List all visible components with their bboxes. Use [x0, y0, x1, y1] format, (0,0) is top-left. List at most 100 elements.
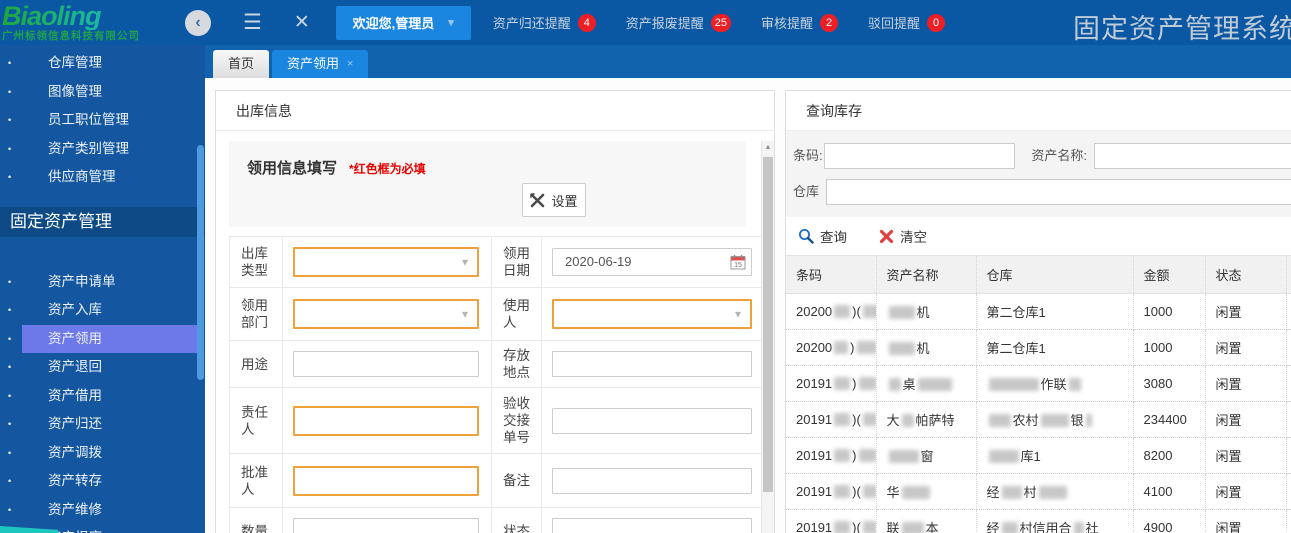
redacted-block: [889, 378, 901, 391]
sidebar-item-资产类别管理[interactable]: •资产类别管理: [0, 135, 205, 164]
sidebar-item-资产入库[interactable]: •资产入库: [0, 296, 205, 325]
scroll-up-icon[interactable]: ▲: [762, 144, 774, 151]
calendar-icon[interactable]: 15: [730, 254, 746, 270]
table-row[interactable]: 20191)(华经村4100闲置: [786, 474, 1291, 510]
responsible-input[interactable]: [293, 406, 479, 436]
asset-name-input[interactable]: [1094, 143, 1291, 169]
cell-text: 联: [887, 521, 900, 533]
table-cell: 20191)(: [786, 402, 876, 438]
column-header-cut: [1286, 256, 1291, 294]
bullet-icon: •: [8, 58, 22, 68]
redacted-block: [863, 305, 876, 318]
sidebar-item-资产调拨[interactable]: •资产调拨: [0, 439, 205, 468]
sidebar-item-资产转存[interactable]: •资产转存: [0, 467, 205, 496]
settings-button[interactable]: 设置: [522, 183, 586, 217]
table-row[interactable]: 20191)(大帕萨特农村银234400闲置: [786, 402, 1291, 438]
notification-label: 资产归还提醒: [493, 13, 571, 32]
sidebar-item-仓库管理[interactable]: •仓库管理: [0, 49, 205, 78]
sidebar-item-资产退回[interactable]: •资产退回: [0, 353, 205, 382]
receive-date-field[interactable]: 2020-06-19 15: [552, 248, 752, 276]
sidebar-item-员工职位管理[interactable]: •员工职位管理: [0, 106, 205, 135]
redacted-block: [859, 377, 877, 390]
sidebar-scrollbar[interactable]: [197, 145, 204, 380]
out-type-select[interactable]: ▾: [293, 247, 479, 277]
tab-close-icon[interactable]: ×: [347, 59, 353, 70]
sidebar-item-资产借用[interactable]: •资产借用: [0, 382, 205, 411]
redacted-block: [1069, 378, 1081, 391]
chevron-down-icon: ▾: [448, 16, 454, 29]
outbound-body: ▲ 领用信息填写 *红色框为必填: [216, 141, 774, 533]
redacted-block: [889, 450, 919, 463]
notification-item[interactable]: 资产归还提醒4: [493, 13, 596, 32]
user-select[interactable]: ▾: [552, 299, 752, 329]
sidebar-item-图像管理[interactable]: •图像管理: [0, 78, 205, 107]
required-note: *红色框为必填: [349, 160, 426, 177]
responsible-label: 责任人: [230, 388, 283, 454]
table-cell: 闲置: [1205, 330, 1286, 366]
cell-text: 闲置: [1216, 449, 1242, 464]
menu-toggle-button[interactable]: ☰: [243, 12, 262, 33]
location-input[interactable]: [552, 351, 752, 377]
cell-text: 闲置: [1216, 377, 1242, 392]
sidebar-item-资产维修[interactable]: •资产维修: [0, 496, 205, 525]
purpose-input[interactable]: [293, 351, 479, 377]
cell-text: 4900: [1144, 520, 1173, 533]
receive-dept-select[interactable]: ▾: [293, 299, 479, 329]
cell-text: 234400: [1144, 412, 1187, 427]
cell-text: 20191: [796, 376, 832, 391]
asset-name-label: 资产名称:: [1031, 149, 1087, 163]
redacted-block: [1041, 414, 1069, 427]
table-cell: 8200: [1133, 438, 1205, 474]
inventory-search-area: 条码: 资产名称: 仓库: [786, 131, 1291, 217]
status-input[interactable]: [552, 518, 752, 533]
remark-input[interactable]: [552, 468, 752, 494]
table-row[interactable]: 20200)机第二仓库11000闲置: [786, 330, 1291, 366]
clear-button[interactable]: 清空: [879, 226, 927, 246]
table-cell: 机: [876, 330, 976, 366]
sidebar-item-label: 资产维修: [22, 496, 198, 525]
scrollbar-thumb[interactable]: [763, 157, 773, 492]
inventory-table-body: 20200)(机第二仓库11000闲置20200)机第二仓库11000闲置201…: [786, 294, 1291, 533]
clear-label: 清空: [900, 226, 927, 246]
sidebar-item-资产领用[interactable]: •资产领用: [0, 325, 205, 354]
table-cell: 经村信用合社: [976, 510, 1133, 533]
bullet-icon: •: [8, 305, 22, 315]
tab-资产领用[interactable]: 资产领用×: [272, 50, 368, 78]
cell-text: 闲置: [1216, 413, 1242, 428]
barcode-input[interactable]: [824, 143, 1015, 169]
chevron-down-icon: ▾: [735, 307, 741, 321]
approver-input[interactable]: [293, 466, 479, 496]
sidebar-section-fixed-assets[interactable]: 固定资产管理: [0, 207, 205, 237]
table-row[interactable]: 20191)(联本经村信用合社4900闲置: [786, 510, 1291, 533]
table-row[interactable]: 20200)(机第二仓库11000闲置: [786, 294, 1291, 330]
bullet-icon: •: [8, 505, 22, 515]
cell-text: 社: [1086, 521, 1099, 533]
sidebar-item-资产归还[interactable]: •资产归还: [0, 410, 205, 439]
svg-text:15: 15: [734, 262, 742, 269]
receipt-no-input[interactable]: [552, 408, 752, 434]
notification-item[interactable]: 审核提醒2: [761, 13, 838, 32]
outbound-scrollbar[interactable]: ▲: [761, 141, 774, 533]
table-cell: 1000: [1133, 294, 1205, 330]
column-header-状态: 状态: [1205, 256, 1286, 294]
tab-首页[interactable]: 首页: [213, 50, 269, 78]
sidebar-item-资产申请单[interactable]: •资产申请单: [0, 268, 205, 297]
notification-badge: 0: [927, 14, 945, 32]
table-row[interactable]: 20191)窗库18200闲置: [786, 438, 1291, 474]
cell-text: 闲置: [1216, 521, 1242, 533]
warehouse-input[interactable]: [826, 179, 1291, 205]
close-tabs-button[interactable]: ✕: [294, 13, 310, 32]
notification-item[interactable]: 驳回提醒0: [868, 13, 945, 32]
search-button[interactable]: 查询: [798, 226, 847, 246]
notification-item[interactable]: 资产报废提醒25: [626, 13, 731, 32]
table-row[interactable]: 20191)桌作联3080闲置: [786, 366, 1291, 402]
sidebar-item-供应商管理[interactable]: •供应商管理: [0, 163, 205, 192]
tab-bar: 首页资产领用×: [205, 45, 1291, 78]
bullet-icon: •: [8, 144, 22, 154]
tab-label: 首页: [228, 50, 254, 78]
quantity-input[interactable]: [293, 518, 479, 533]
cell-text: 20191: [796, 412, 832, 427]
search-label: 查询: [820, 226, 847, 246]
user-menu-button[interactable]: 欢迎您,管理员 ▾: [336, 6, 471, 40]
back-button[interactable]: ‹: [185, 10, 211, 36]
